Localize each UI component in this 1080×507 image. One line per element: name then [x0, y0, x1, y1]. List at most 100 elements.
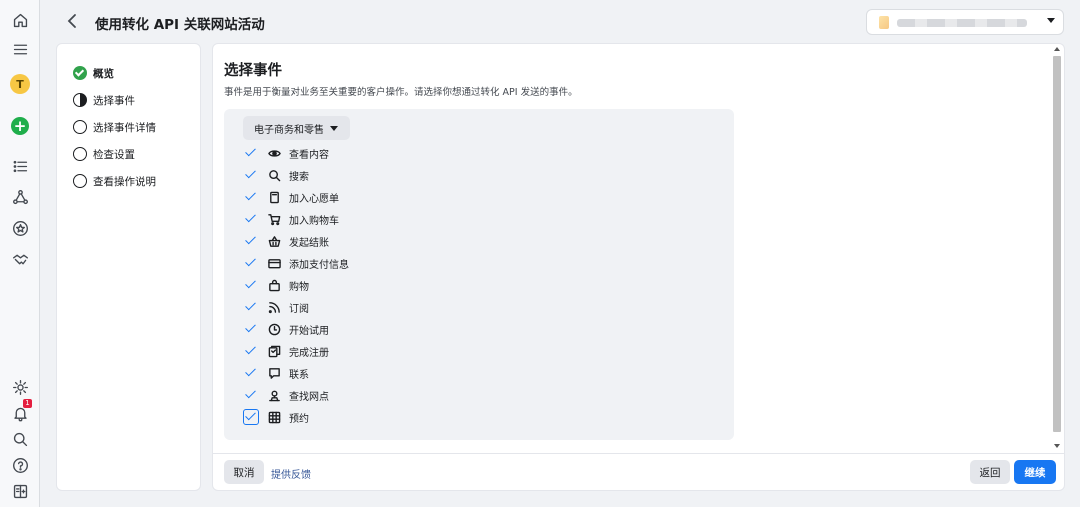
rss-icon	[267, 300, 281, 314]
event-label: 开始试用	[289, 325, 329, 337]
scroll-up-arrow-icon[interactable]	[1054, 47, 1060, 51]
continue-button[interactable]: 继续	[1014, 460, 1056, 484]
event-row-search[interactable]: 搜索	[243, 165, 309, 185]
event-row-contact[interactable]: 联系	[243, 363, 309, 383]
event-label: 预约	[289, 413, 309, 425]
scroll-down-arrow-icon[interactable]	[1054, 444, 1060, 448]
event-checkbox[interactable]	[243, 387, 259, 403]
event-label: 查找网点	[289, 391, 329, 403]
event-label: 购物	[289, 281, 309, 293]
step-label: 查看操作说明	[93, 175, 156, 188]
half-circle-icon	[73, 93, 87, 107]
steps-panel: 概览 选择事件 选择事件详情 检查设置 查看操作说明	[56, 43, 201, 491]
chevron-left-icon	[67, 14, 76, 28]
category-dropdown[interactable]: 电子商务和零售	[243, 116, 350, 140]
event-row-view-content[interactable]: 查看内容	[243, 143, 329, 163]
account-selector[interactable]	[866, 9, 1064, 35]
wishlist-icon	[267, 190, 281, 204]
empty-circle-icon	[73, 120, 87, 134]
event-row-complete-registration[interactable]: 完成注册	[243, 341, 329, 361]
chevron-down-icon	[1047, 18, 1055, 23]
chat-icon	[267, 366, 281, 380]
create-button[interactable]: +	[9, 115, 31, 137]
cart-icon	[267, 212, 281, 226]
event-row-find-location[interactable]: 查找网点	[243, 385, 329, 405]
search-icon	[267, 168, 281, 182]
event-row-schedule[interactable]: 预约	[243, 407, 309, 427]
step-label: 选择事件详情	[93, 121, 156, 134]
event-checkbox[interactable]	[243, 255, 259, 271]
section-description: 事件是用于衡量对业务至关重要的客户操作。请选择你想通过转化 API 发送的事件。	[224, 87, 578, 98]
credit-card-icon	[267, 256, 281, 270]
event-checkbox[interactable]	[243, 321, 259, 337]
home-icon[interactable]	[9, 9, 31, 31]
event-checkbox[interactable]	[243, 409, 259, 425]
shopping-bag-icon	[267, 278, 281, 292]
graph-nodes-icon[interactable]	[9, 186, 31, 208]
page-title: 使用转化 API 关联网站活动	[95, 17, 265, 33]
event-checkbox[interactable]	[243, 189, 259, 205]
account-avatar[interactable]: T	[9, 73, 31, 95]
event-row-start-trial[interactable]: 开始试用	[243, 319, 329, 339]
event-row-purchase[interactable]: 购物	[243, 275, 309, 295]
location-icon	[267, 388, 281, 402]
basket-icon	[267, 234, 281, 248]
eye-icon	[267, 146, 281, 160]
event-checkbox[interactable]	[243, 211, 259, 227]
plus-icon: +	[11, 117, 29, 135]
help-icon[interactable]	[9, 454, 31, 476]
event-row-add-to-wishlist[interactable]: 加入心愿单	[243, 187, 339, 207]
step-review-setup[interactable]: 检查设置	[73, 146, 135, 162]
caret-down-icon	[330, 125, 338, 131]
event-row-add-payment-info[interactable]: 添加支付信息	[243, 253, 349, 273]
step-overview[interactable]: 概览	[73, 65, 114, 81]
event-checkbox[interactable]	[243, 233, 259, 249]
scrollbar[interactable]	[1052, 44, 1062, 454]
list-icon[interactable]	[9, 155, 31, 177]
calendar-grid-icon	[267, 410, 281, 424]
step-label: 选择事件	[93, 94, 135, 107]
avatar: T	[10, 74, 30, 94]
main-panel: 选择事件 事件是用于衡量对业务至关重要的客户操作。请选择你想通过转化 API 发…	[212, 43, 1065, 491]
empty-circle-icon	[73, 147, 87, 161]
event-row-subscribe[interactable]: 订阅	[243, 297, 309, 317]
event-label: 联系	[289, 369, 309, 381]
star-circle-icon[interactable]	[9, 217, 31, 239]
back-button[interactable]	[64, 12, 82, 30]
step-view-instructions[interactable]: 查看操作说明	[73, 173, 156, 189]
check-circle-icon	[73, 66, 87, 80]
clock-icon	[267, 322, 281, 336]
event-label: 加入心愿单	[289, 193, 339, 205]
event-label: 发起结账	[289, 237, 329, 249]
event-row-add-to-cart[interactable]: 加入购物车	[243, 209, 339, 229]
account-logo	[879, 16, 889, 29]
event-checkbox[interactable]	[243, 343, 259, 359]
category-label: 电子商务和零售	[254, 124, 324, 136]
search-icon[interactable]	[9, 428, 31, 450]
scrollbar-thumb[interactable]	[1053, 56, 1061, 432]
step-label: 概览	[93, 67, 114, 80]
notifications-button[interactable]: 1	[9, 399, 32, 424]
event-label: 查看内容	[289, 149, 329, 161]
cancel-button[interactable]: 取消	[224, 460, 264, 484]
back-step-button[interactable]: 返回	[970, 460, 1010, 484]
panel-footer: 取消 提供反馈 返回 继续	[213, 453, 1064, 490]
event-checkbox[interactable]	[243, 277, 259, 293]
event-row-initiate-checkout[interactable]: 发起结账	[243, 231, 329, 251]
menu-icon[interactable]	[9, 38, 31, 60]
step-label: 检查设置	[93, 148, 135, 161]
event-checkbox[interactable]	[243, 145, 259, 161]
panel-toggle-icon[interactable]	[9, 480, 31, 502]
handshake-icon[interactable]	[9, 248, 31, 270]
top-header: 使用转化 API 关联网站活动	[40, 0, 1080, 43]
event-label: 完成注册	[289, 347, 329, 359]
event-checkbox[interactable]	[243, 365, 259, 381]
feedback-link[interactable]: 提供反馈	[271, 466, 311, 481]
section-title: 选择事件	[224, 63, 282, 79]
gear-icon[interactable]	[9, 376, 31, 398]
step-select-events[interactable]: 选择事件	[73, 92, 135, 108]
event-checkbox[interactable]	[243, 299, 259, 315]
step-event-details[interactable]: 选择事件详情	[73, 119, 156, 135]
event-checkbox[interactable]	[243, 167, 259, 183]
register-icon	[267, 344, 281, 358]
